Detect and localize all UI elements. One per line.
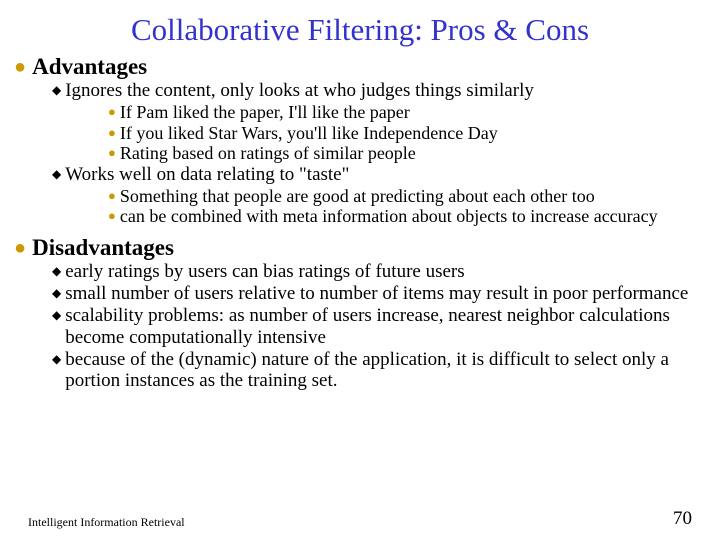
list-text: scalability problems: as number of users… xyxy=(65,305,692,349)
bullet-icon: ● xyxy=(14,54,26,80)
bullet-icon: ● xyxy=(108,186,116,205)
bullet-icon: ◆ xyxy=(52,283,61,303)
section-advantages: ● Advantages ◆ Ignores the content, only… xyxy=(28,54,692,227)
list-item: ● If Pam liked the paper, I'll like the … xyxy=(108,102,692,123)
bullet-icon: ● xyxy=(108,102,116,121)
heading-disadvantages: ● Disadvantages xyxy=(14,235,692,261)
list-text: If Pam liked the paper, I'll like the pa… xyxy=(120,102,692,123)
list-item: ● Rating based on ratings of similar peo… xyxy=(108,143,692,164)
list-item: ◆ scalability problems: as number of use… xyxy=(52,305,692,349)
list-text: can be combined with meta information ab… xyxy=(120,206,692,227)
list-text: Rating based on ratings of similar peopl… xyxy=(120,143,692,164)
list-item: ● If you liked Star Wars, you'll like In… xyxy=(108,123,692,144)
slide: Collaborative Filtering: Pros & Cons ● A… xyxy=(0,0,720,540)
bullet-icon: ◆ xyxy=(52,305,61,325)
list-item: ◆ small number of users relative to numb… xyxy=(52,283,692,305)
bullet-icon: ◆ xyxy=(52,80,61,100)
list-item: ◆ Ignores the content, only looks at who… xyxy=(52,80,692,102)
heading-text: Advantages xyxy=(32,54,692,80)
bullet-icon: ● xyxy=(108,123,116,142)
slide-number: 70 xyxy=(673,508,692,530)
heading-text: Disadvantages xyxy=(32,235,692,261)
list-item: ● can be combined with meta information … xyxy=(108,206,692,227)
list-text: small number of users relative to number… xyxy=(65,283,692,305)
list-text: Something that people are good at predic… xyxy=(120,186,692,207)
slide-title: Collaborative Filtering: Pros & Cons xyxy=(28,12,692,48)
heading-advantages: ● Advantages xyxy=(14,54,692,80)
bullet-icon: ● xyxy=(14,235,26,261)
bullet-icon: ● xyxy=(108,143,116,162)
list-item: ◆ because of the (dynamic) nature of the… xyxy=(52,349,692,393)
list-text: Ignores the content, only looks at who j… xyxy=(65,80,692,102)
list-item: ◆ Works well on data relating to "taste" xyxy=(52,164,692,186)
bullet-icon: ◆ xyxy=(52,261,61,281)
list-item: ● Something that people are good at pred… xyxy=(108,186,692,207)
bullet-icon: ● xyxy=(108,206,116,225)
section-disadvantages: ● Disadvantages ◆ early ratings by users… xyxy=(28,235,692,392)
list-text: because of the (dynamic) nature of the a… xyxy=(65,349,692,393)
list-item: ◆ early ratings by users can bias rating… xyxy=(52,261,692,283)
footer: Intelligent Information Retrieval 70 xyxy=(28,508,692,530)
list-text: Works well on data relating to "taste" xyxy=(65,164,692,186)
list-text: If you liked Star Wars, you'll like Inde… xyxy=(120,123,692,144)
list-text: early ratings by users can bias ratings … xyxy=(65,261,692,283)
bullet-icon: ◆ xyxy=(52,349,61,369)
bullet-icon: ◆ xyxy=(52,164,61,184)
footer-left: Intelligent Information Retrieval xyxy=(28,515,185,530)
